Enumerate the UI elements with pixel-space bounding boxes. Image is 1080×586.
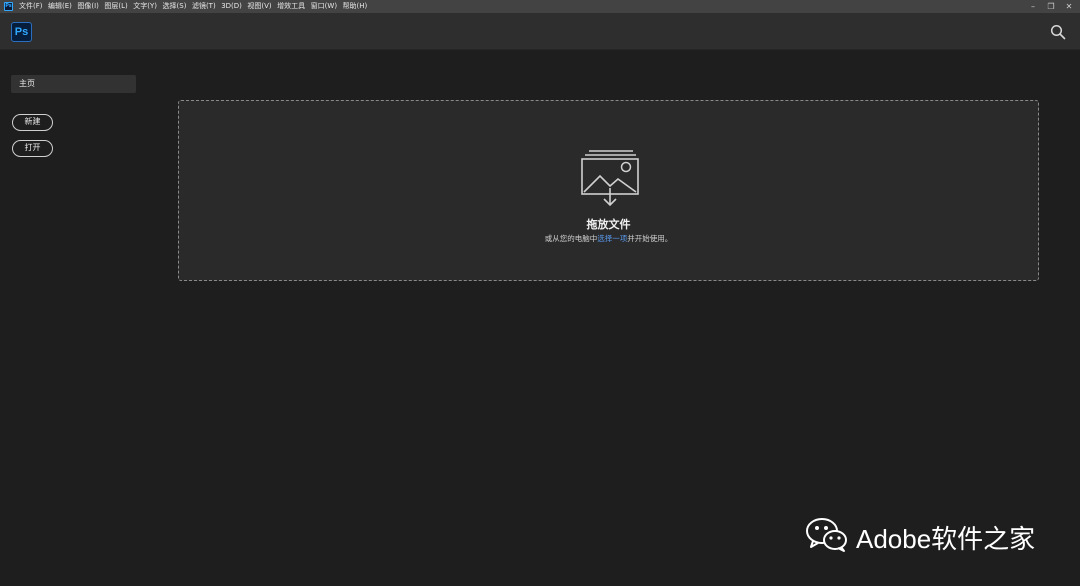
menu-bar: Ps 文件(F) 编辑(E) 图像(I) 图层(L) 文字(Y) 选择(S) 滤…: [0, 0, 1080, 13]
menu-image[interactable]: 图像(I): [77, 0, 99, 13]
app-header: Ps: [0, 13, 1080, 50]
wechat-icon: [806, 517, 848, 557]
drop-zone-subtitle: 或从您的电脑中选择一项并开始使用。: [179, 233, 1038, 244]
file-drop-zone[interactable]: 拖放文件 或从您的电脑中选择一项并开始使用。: [178, 100, 1039, 281]
menu-type[interactable]: 文字(Y): [133, 0, 157, 13]
menu-filter[interactable]: 滤镜(T): [192, 0, 216, 13]
menu-edit[interactable]: 编辑(E): [48, 0, 72, 13]
drop-zone-title: 拖放文件: [586, 218, 631, 231]
menu-3d[interactable]: 3D(D): [221, 0, 242, 13]
menu-window[interactable]: 窗口(W): [311, 0, 337, 13]
restore-button[interactable]: ❐: [1046, 0, 1056, 13]
photoshop-app-icon: Ps: [4, 2, 13, 11]
drop-subtitle-suffix: 并开始使用。: [627, 234, 673, 243]
search-icon[interactable]: [1050, 24, 1066, 40]
menu-select[interactable]: 选择(S): [163, 0, 187, 13]
drop-subtitle-prefix: 或从您的电脑中: [544, 234, 598, 243]
close-button[interactable]: ✕: [1064, 0, 1074, 13]
menu-layer[interactable]: 图层(L): [104, 0, 127, 13]
open-button[interactable]: 打开: [12, 140, 53, 157]
select-file-link[interactable]: 选择一项: [597, 234, 627, 243]
minimize-button[interactable]: –: [1028, 0, 1038, 13]
menu-view[interactable]: 视图(V): [247, 0, 271, 13]
menu-items: 文件(F) 编辑(E) 图像(I) 图层(L) 文字(Y) 选择(S) 滤镜(T…: [19, 0, 373, 13]
watermark: Adobe软件之家: [806, 517, 1035, 557]
sidebar-item-home[interactable]: 主页: [11, 75, 136, 93]
menu-plugins[interactable]: 增效工具: [277, 0, 305, 13]
photoshop-logo[interactable]: Ps: [11, 22, 32, 42]
window-controls: – ❐ ✕: [1028, 0, 1074, 13]
menu-file[interactable]: 文件(F): [19, 0, 43, 13]
new-button[interactable]: 新建: [12, 114, 53, 131]
watermark-text: Adobe软件之家: [856, 523, 1036, 554]
menu-help[interactable]: 帮助(H): [343, 0, 368, 13]
image-import-icon: [580, 148, 640, 208]
